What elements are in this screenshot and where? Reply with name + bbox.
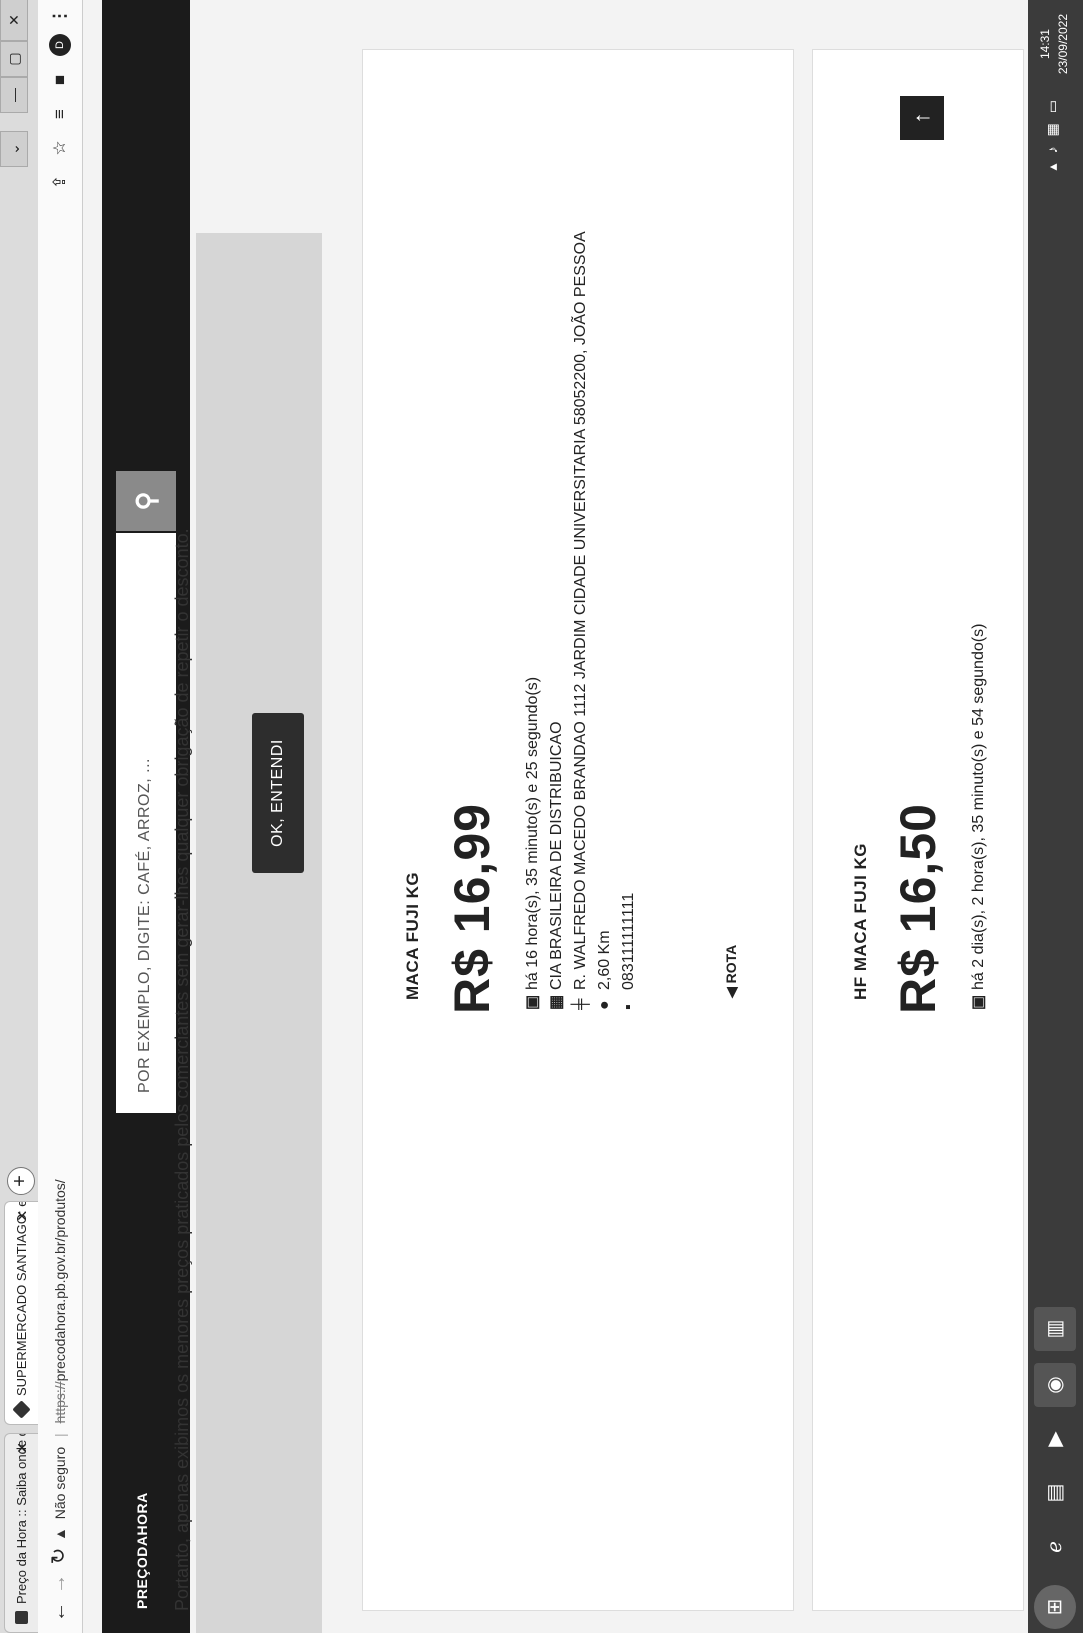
sidepanel-icon[interactable]: ■ (48, 68, 72, 92)
file-explorer-icon[interactable]: ▤ (1034, 1471, 1076, 1515)
site-logo[interactable]: PREÇODAHORA (134, 1492, 150, 1609)
warning-triangle-icon[interactable]: ▲ (52, 1527, 68, 1541)
phone-icon: ▪ (620, 1004, 637, 1010)
tab-supermercado-santiago[interactable]: SUPERMERCADO SANTIAGO: em ✕ (4, 1201, 38, 1425)
url-scheme: https:// (52, 1381, 68, 1424)
scroll-to-top-button[interactable]: ↑ (900, 96, 944, 140)
ok-entendi-button[interactable]: OK, ENTENDI (252, 713, 304, 873)
reload-icon[interactable]: ↻ (46, 1543, 72, 1569)
product-name: HF MACA FUJI KG (851, 842, 870, 1000)
volume-icon[interactable]: ♪ (1044, 136, 1060, 153)
close-tab-icon[interactable]: ✕ (5, 1442, 38, 1454)
tab-preco-da-hora[interactable]: Preço da Hora :: Saiba onde com ✕ (4, 1433, 38, 1633)
navigation-arrow-icon: ◀ (723, 987, 739, 998)
browser-toolbar: ← → ↻ ▲ Não seguro | https://precodahora… (38, 0, 83, 1633)
rotated-desktop-screenshot: Preço da Hora :: Saiba onde com ✕ SUPERM… (0, 0, 1083, 1633)
taskbar-clock[interactable]: 14:31 23/09/2022 (1036, 14, 1072, 74)
product-card: MACA FUJI KG R$ 16,99 ▣há 16 hora(s), 35… (362, 49, 794, 1611)
calendar-icon: ▣ (970, 994, 987, 1010)
notice-text: Portanto, apenas exibimos os menores pre… (172, 528, 192, 1611)
close-window-button[interactable]: ✕ (0, 0, 28, 41)
action-center-icon[interactable]: ▭ (1044, 90, 1060, 113)
maximize-button[interactable]: ▢ (0, 41, 28, 77)
tab-title: SUPERMERCADO SANTIAGO: em (14, 1201, 29, 1396)
search-button[interactable]: ⚲ (116, 471, 176, 531)
address-separator: | (52, 1433, 68, 1437)
security-label[interactable]: Não seguro (52, 1447, 68, 1519)
clock-date: 23/09/2022 (1056, 14, 1070, 75)
arrow-up-icon: ↑ (909, 112, 934, 124)
signpost-icon: ╪ (572, 998, 589, 1010)
browser-tab-strip: Preço da Hora :: Saiba onde com ✕ SUPERM… (0, 0, 39, 1633)
network-icon[interactable]: ▦ (1044, 113, 1060, 136)
product-card: HF MACA FUJI KG R$ 16,50 ▣há 2 dia(s), 2… (812, 49, 1024, 1611)
start-button[interactable]: ⊞ (1034, 1585, 1076, 1629)
windows-taskbar: ⊞ ℯ ▤ ▶ ◉ ▥ ▴♪▦▭ 14:31 23/09/2022 (1028, 0, 1083, 1633)
store-name: ▦CIA BRASILEIRA DE DISTRIBUICAO (545, 721, 569, 1010)
search-input[interactable]: POR EXEMPLO, DIGITE: CAFÉ, ARROZ, ... (116, 533, 176, 1113)
clock-time: 14:31 (1038, 29, 1052, 60)
menu-icon[interactable]: ⋮ (48, 4, 72, 28)
minimize-button[interactable]: — (0, 77, 28, 113)
internet-explorer-icon[interactable]: ℯ (1034, 1525, 1076, 1569)
chrome-icon[interactable]: ◉ (1034, 1363, 1076, 1407)
extensions-icon[interactable]: ≡ (48, 102, 72, 126)
media-player-icon[interactable]: ▶ (1034, 1417, 1076, 1461)
product-price: R$ 16,50 (890, 803, 946, 1014)
share-icon[interactable]: ⇪ (48, 170, 72, 194)
search-icon: ⚲ (131, 491, 161, 511)
store-distance: ●2,60 Km (593, 930, 617, 1010)
address-bar[interactable]: ▲ Não seguro | https://precodahora.pb.go… (45, 221, 75, 1541)
store-address: ╪R. WALFREDO MACEDO BRANDAO 1112 JARDIM … (569, 231, 593, 1010)
product-price: R$ 16,99 (444, 803, 500, 1014)
profile-avatar[interactable]: D (49, 34, 71, 56)
building-icon: ▦ (548, 994, 565, 1010)
notice-panel (196, 233, 322, 1633)
product-time: ▣há 2 dia(s), 2 hora(s), 35 minuto(s) e … (967, 624, 991, 1010)
route-link[interactable]: ◀ ROTA (723, 945, 740, 998)
new-tab-button[interactable]: + (7, 1167, 35, 1195)
product-time: ▣há 16 hora(s), 35 minuto(s) e 25 segund… (521, 677, 545, 1010)
system-tray[interactable]: ▴♪▦▭ (1044, 90, 1061, 171)
url-text: precodahora.pb.gov.br/produtos/ (52, 1179, 68, 1382)
tab-title: Preço da Hora :: Saiba onde com (14, 1433, 29, 1604)
store-phone: ▪083111111111 (617, 893, 641, 1010)
document-viewer-icon[interactable]: ▥ (1034, 1307, 1076, 1351)
page-favicon-icon (15, 1611, 28, 1624)
diamond-favicon-icon (12, 1400, 31, 1419)
search-placeholder: POR EXEMPLO, DIGITE: CAFÉ, ARROZ, ... (136, 758, 153, 1093)
back-arrow-icon[interactable]: ← (46, 1599, 72, 1625)
forward-arrow-icon[interactable]: → (46, 1571, 72, 1597)
close-tab-icon[interactable]: ✕ (5, 1210, 38, 1222)
product-name: MACA FUJI KG (403, 871, 422, 1000)
calendar-icon: ▣ (524, 994, 541, 1010)
star-icon[interactable]: ☆ (48, 136, 72, 160)
compass-icon: ● (596, 1000, 613, 1010)
show-hidden-icons-icon[interactable]: ▴ (1044, 153, 1060, 170)
tab-search-chevron-icon[interactable]: ⌄ (0, 131, 28, 167)
